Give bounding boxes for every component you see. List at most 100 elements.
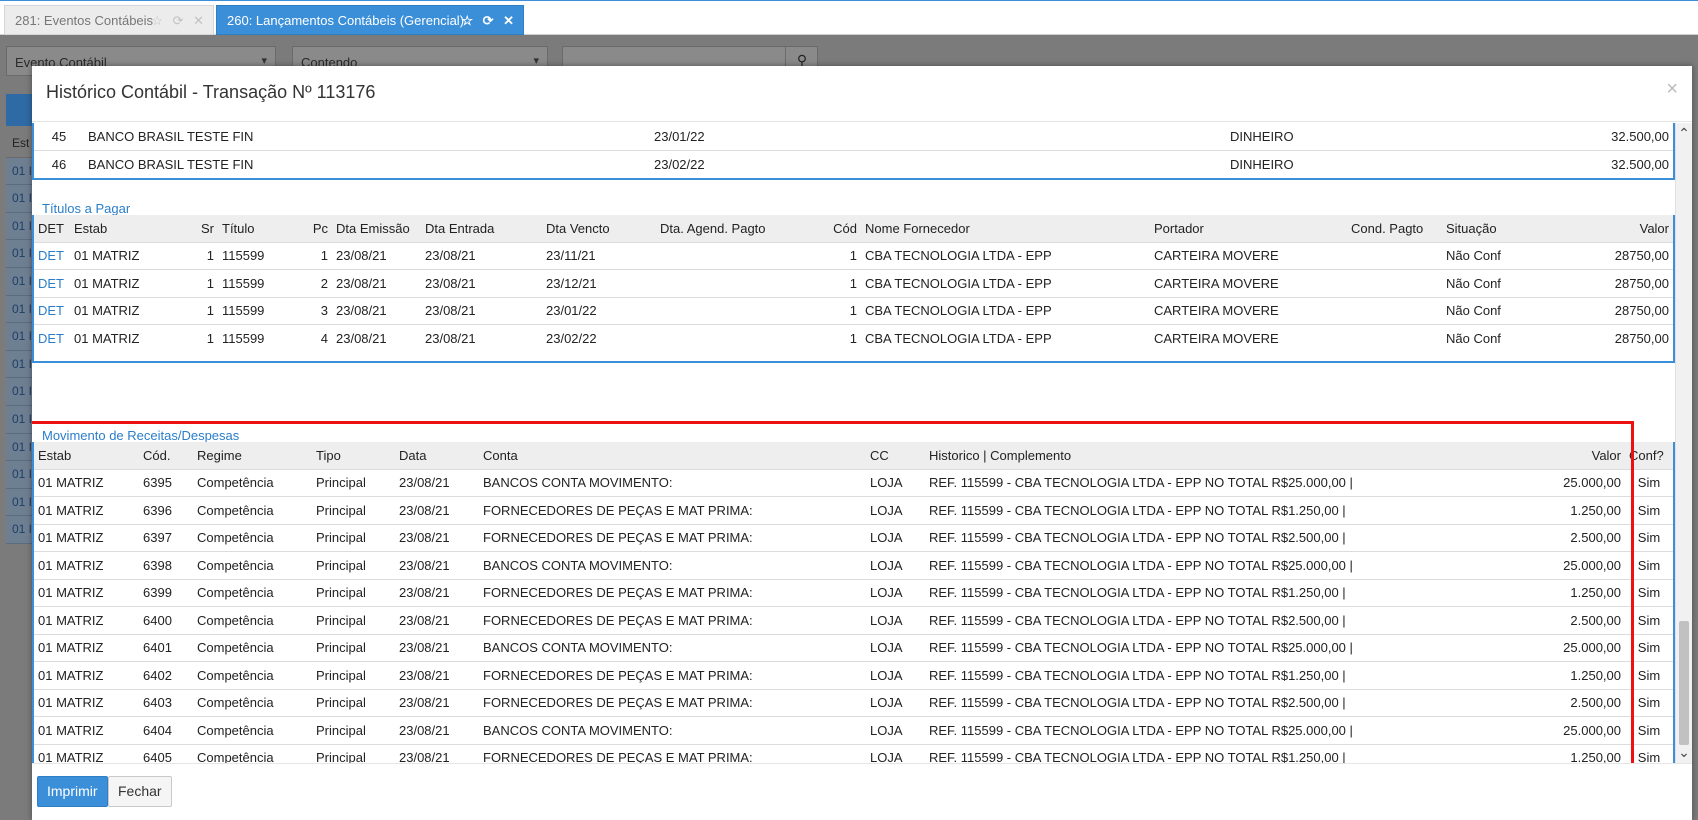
table-row[interactable]: 01 MATRIZ 6397 Competência Principal 23/08/2…: [34, 523, 1673, 552]
table-row[interactable]: 01 MATRIZ 6401 Competência Principal 23/08/2…: [34, 633, 1673, 662]
column-header[interactable]: Cód: [827, 215, 861, 242]
table-cell: 23/11/21: [542, 241, 656, 270]
background-row-label: 01 I: [6, 433, 32, 462]
column-header[interactable]: Dta Vencto: [542, 215, 656, 242]
table-cell: 01 MATRIZ: [34, 496, 139, 524]
table-row[interactable]: 01 MATRIZ 6403 Competência Principal 23/08/2…: [34, 688, 1673, 717]
table-cell: Principal: [312, 496, 395, 524]
column-header[interactable]: Cond. Pagto: [1347, 215, 1442, 242]
column-header[interactable]: Data: [395, 442, 479, 469]
table-cell: 23/08/21: [395, 606, 479, 634]
column-header[interactable]: Cód.: [139, 442, 193, 469]
background-row-label: 01 I: [6, 323, 32, 351]
table-cell: FORNECEDORES DE PEÇAS E MAT PRIMA:: [479, 688, 866, 717]
table-row[interactable]: 01 MATRIZ 6396 Competência Principal 23/08/2…: [34, 496, 1673, 524]
table-cell: [1347, 324, 1442, 352]
table-cell: 01 MATRIZ: [34, 661, 139, 689]
modal-title: Histórico Contábil - Transação Nº 113176: [46, 82, 376, 102]
table-cell: Principal: [312, 743, 395, 763]
table-cell: 4: [302, 324, 332, 352]
table-cell: 28750,00: [1536, 296, 1673, 325]
vertical-scrollbar[interactable]: ⌃ ⌄: [1675, 123, 1692, 763]
column-header[interactable]: Valor: [1545, 442, 1625, 469]
table-cell: 1: [188, 241, 218, 270]
table-cell: Sim: [1625, 496, 1673, 524]
table-cell: FORNECEDORES DE PEÇAS E MAT PRIMA:: [479, 578, 866, 607]
column-header[interactable]: Dta Emissão: [332, 215, 421, 242]
table-row[interactable]: 01 MATRIZ 6404 Competência Principal 23/08/2…: [34, 716, 1673, 744]
tab-lancamentos-contabeis[interactable]: 260: Lançamentos Contábeis (Gerencial) ☆…: [216, 5, 524, 35]
scroll-down-icon[interactable]: ⌄: [1676, 744, 1692, 761]
column-header[interactable]: Conf?: [1625, 442, 1673, 469]
table-cell: 6404: [139, 716, 193, 744]
table-cell: 1: [188, 269, 218, 297]
table-cell: FORNECEDORES DE PEÇAS E MAT PRIMA:: [479, 496, 866, 524]
column-header[interactable]: Sr: [188, 215, 218, 242]
det-link[interactable]: DET: [34, 324, 70, 352]
table-cell: 23/08/21: [332, 296, 421, 325]
tab-label: 281: Eventos Contábeis: [15, 13, 154, 28]
table-row[interactable]: 01 MATRIZ 6399 Competência Principal 23/08/2…: [34, 578, 1673, 607]
table-cell: 01 MATRIZ: [70, 296, 188, 325]
column-header[interactable]: Estab: [34, 442, 139, 469]
table-cell: Sim: [1625, 468, 1673, 497]
table-cell: Competência: [193, 633, 312, 662]
table-cell: 1.250,00: [1545, 743, 1625, 763]
table-cell: 01 MATRIZ: [34, 578, 139, 607]
column-header[interactable]: Título: [218, 215, 302, 242]
table-cell: Principal: [312, 551, 395, 579]
table-cell: Sim: [1625, 578, 1673, 607]
table-cell: 23/08/21: [421, 296, 542, 325]
table-row[interactable]: 01 MATRIZ 6400 Competência Principal 23/08/2…: [34, 606, 1673, 634]
table-cell: 1: [188, 296, 218, 325]
table-cell: 01 MATRIZ: [34, 633, 139, 662]
column-header[interactable]: Pc: [302, 215, 332, 242]
column-header[interactable]: Valor: [1536, 215, 1673, 242]
table-row[interactable]: 01 MATRIZ 6402 Competência Principal 23/08/2…: [34, 661, 1673, 689]
table-cell: 23/08/21: [395, 716, 479, 744]
cell-forma: DINHEIRO: [1226, 150, 1536, 178]
table-cell: LOJA: [866, 523, 925, 552]
top-table-box: 45 BANCO BRASIL TESTE FIN 23/01/22 DINHEIRO…: [32, 123, 1675, 180]
det-link[interactable]: DET: [34, 296, 70, 325]
background-row-label: 01 I: [6, 405, 32, 434]
modal-body: 45 BANCO BRASIL TESTE FIN 23/01/22 DINHEIRO…: [32, 123, 1692, 763]
table-row[interactable]: 01 MATRIZ 6395 Competência Principal 23/08/2…: [34, 468, 1673, 497]
table-cell: 6396: [139, 496, 193, 524]
table-row[interactable]: 01 MATRIZ 6405 Competência Principal 23/08/2…: [34, 743, 1673, 763]
column-header[interactable]: Portador: [1150, 215, 1347, 242]
table-cell: 115599: [218, 269, 302, 297]
close-icon[interactable]: ×: [1666, 78, 1678, 101]
column-header[interactable]: Regime: [193, 442, 312, 469]
table-cell: 23/08/21: [332, 269, 421, 297]
column-header[interactable]: Tipo: [312, 442, 395, 469]
column-header[interactable]: CC: [866, 442, 925, 469]
tab-actions-icon[interactable]: ☆ ⟳ ✕: [461, 6, 517, 36]
column-header[interactable]: Situação: [1442, 215, 1536, 242]
det-link[interactable]: DET: [34, 269, 70, 297]
scroll-up-icon[interactable]: ⌃: [1676, 125, 1692, 142]
table-cell: 01 MATRIZ: [34, 523, 139, 552]
det-link[interactable]: DET: [34, 241, 70, 270]
background-row-label: 01 I: [6, 157, 32, 186]
table-row[interactable]: 01 MATRIZ 6398 Competência Principal 23/08/2…: [34, 551, 1673, 579]
table-row[interactable]: DET 01 MATRIZ 1 115599 2 23/08/21 23/08/21 23/1…: [34, 269, 1673, 297]
scrollbar-thumb[interactable]: [1679, 621, 1689, 745]
table-cell: REF. 115599 - CBA TECNOLOGIA LTDA - EPP …: [925, 661, 1545, 689]
close-button[interactable]: Fechar: [108, 776, 172, 807]
background-row-labels: Est 01 I 01 I 01 I 01 I 01 I 01 I 01 I 01 I 01 I0…: [6, 130, 32, 544]
column-header[interactable]: Dta Entrada: [421, 215, 542, 242]
tab-actions-icon[interactable]: ☆ ⟳ ✕: [151, 6, 207, 36]
table-row[interactable]: DET 01 MATRIZ 1 115599 3 23/08/21 23/08/21 23/0…: [34, 296, 1673, 325]
background-row-label: 01 I: [6, 185, 32, 213]
column-header[interactable]: Conta: [479, 442, 866, 469]
column-header[interactable]: DET: [34, 215, 70, 242]
column-header[interactable]: Estab: [70, 215, 188, 242]
tab-eventos-contabeis[interactable]: 281: Eventos Contábeis ☆ ⟳ ✕: [4, 5, 214, 35]
column-header[interactable]: Nome Fornecedor: [861, 215, 1150, 242]
column-header[interactable]: Dta. Agend. Pagto: [656, 215, 827, 242]
column-header[interactable]: Historico | Complemento: [925, 442, 1545, 469]
print-button[interactable]: Imprimir: [37, 776, 108, 807]
table-row[interactable]: DET 01 MATRIZ 1 115599 4 23/08/21 23/08/21 23/0…: [34, 324, 1673, 352]
table-row[interactable]: DET 01 MATRIZ 1 115599 1 23/08/21 23/08/21 23/1…: [34, 241, 1673, 270]
